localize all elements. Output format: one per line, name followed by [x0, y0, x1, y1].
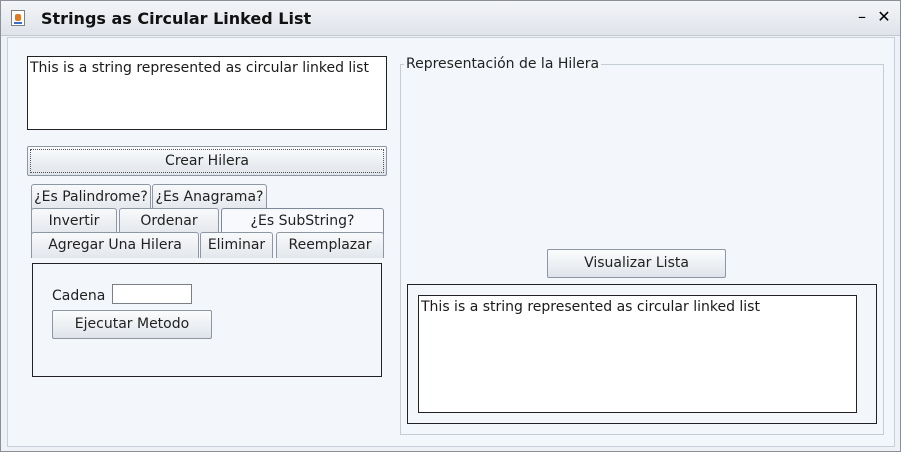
tab-sort-label: Ordenar: [140, 213, 198, 229]
string-input-area[interactable]: This is a string represented as circular…: [27, 56, 387, 130]
tab-replace-label: Reemplazar: [288, 237, 372, 253]
tab-sort[interactable]: Ordenar: [119, 208, 219, 234]
output-frame: This is a string represented as circular…: [407, 284, 877, 424]
tab-palindrome[interactable]: ¿Es Palindrome?: [31, 184, 151, 210]
cadena-label: Cadena: [52, 288, 106, 304]
representation-group-title: Representación de la Hilera: [404, 56, 602, 72]
list-output-area[interactable]: This is a string represented as circular…: [418, 295, 857, 413]
minimize-button[interactable]: –: [853, 7, 871, 27]
tab-substring-label: ¿Es SubString?: [250, 213, 355, 229]
content-pane: This is a string represented as circular…: [7, 37, 895, 447]
tab-delete[interactable]: Eliminar: [200, 232, 273, 258]
tab-panel-substring: Cadena Ejecutar Metodo: [32, 263, 382, 377]
tab-invert-label: Invertir: [48, 213, 100, 229]
java-app-icon: [11, 10, 25, 26]
tab-invert[interactable]: Invertir: [31, 208, 117, 234]
close-button[interactable]: ✕: [875, 7, 893, 27]
tab-anagram-label: ¿Es Anagrama?: [155, 189, 264, 205]
main-window: Strings as Circular Linked List – ✕ This…: [0, 0, 901, 452]
tab-substring[interactable]: ¿Es SubString?: [221, 208, 384, 234]
tab-add-string-label: Agregar Una Hilera: [48, 237, 182, 253]
create-string-label: Crear Hilera: [165, 153, 249, 169]
tab-anagram[interactable]: ¿Es Anagrama?: [152, 184, 267, 210]
tab-delete-label: Eliminar: [207, 237, 266, 253]
cadena-input[interactable]: [112, 284, 192, 304]
tab-replace[interactable]: Reemplazar: [276, 232, 384, 258]
tab-add-string[interactable]: Agregar Una Hilera: [31, 232, 199, 258]
execute-method-button[interactable]: Ejecutar Metodo: [52, 310, 212, 339]
title-bar[interactable]: Strings as Circular Linked List – ✕: [1, 1, 900, 36]
tab-palindrome-label: ¿Es Palindrome?: [34, 189, 148, 205]
create-string-button[interactable]: Crear Hilera: [27, 146, 387, 176]
visualize-list-button[interactable]: Visualizar Lista: [547, 249, 726, 278]
window-title: Strings as Circular Linked List: [41, 9, 312, 28]
